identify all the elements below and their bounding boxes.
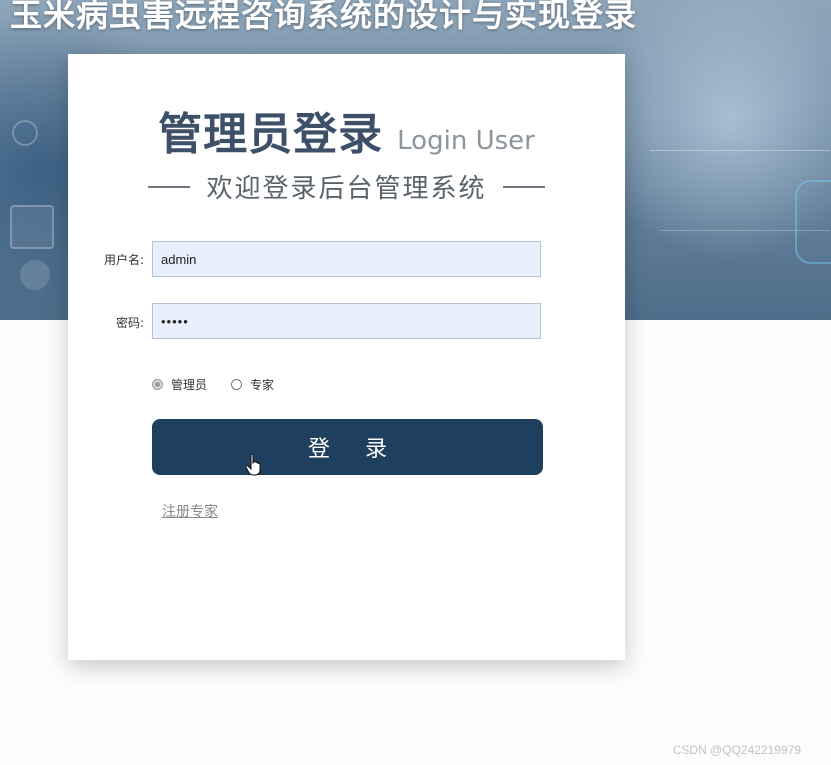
- banner-decoration: [795, 180, 831, 264]
- role-selector: 管理员 专家: [152, 376, 274, 393]
- watermark: CSDN @QQ242219979: [672, 743, 801, 757]
- banner-decoration: [650, 150, 830, 151]
- register-expert-link[interactable]: 注册专家: [162, 501, 218, 521]
- username-label: 用户名:: [103, 253, 144, 267]
- tagline-text: 欢迎登录后台管理系统: [206, 174, 487, 204]
- heading-main: 管理员登录: [158, 109, 384, 160]
- site-title: 玉米病虫害远程咨询系统的设计与实现登录: [10, 0, 638, 34]
- tagline: 欢迎登录后台管理系统: [68, 168, 625, 205]
- banner-decoration: [12, 120, 38, 146]
- login-heading: 管理员登录 Login User: [68, 98, 625, 162]
- banner-decoration: [660, 230, 830, 231]
- login-page: 玉米病虫害远程咨询系统的设计与实现登录 管理员登录 Login User 欢迎登录…: [0, 0, 831, 765]
- tagline-rule-left: [148, 185, 191, 188]
- role-label-expert: 专家: [250, 378, 275, 392]
- role-label-admin: 管理员: [171, 378, 208, 392]
- heading-sub: Login User: [397, 126, 535, 156]
- tagline-rule-right: [502, 185, 545, 188]
- hand-cursor-icon: [246, 454, 261, 476]
- radio-expert[interactable]: [231, 379, 243, 390]
- login-card: 管理员登录 Login User 欢迎登录后台管理系统 用户名: 密码: 管理员 …: [68, 54, 625, 660]
- password-input[interactable]: [152, 303, 541, 339]
- role-option-admin[interactable]: 管理员: [152, 376, 207, 393]
- radio-admin[interactable]: [152, 379, 163, 390]
- login-button[interactable]: 登 录: [152, 419, 543, 475]
- banner-decoration: [20, 260, 50, 290]
- username-input[interactable]: [152, 241, 541, 277]
- password-label: 密码:: [115, 316, 144, 330]
- banner-decoration: [10, 205, 54, 249]
- role-option-expert[interactable]: 专家: [231, 376, 274, 393]
